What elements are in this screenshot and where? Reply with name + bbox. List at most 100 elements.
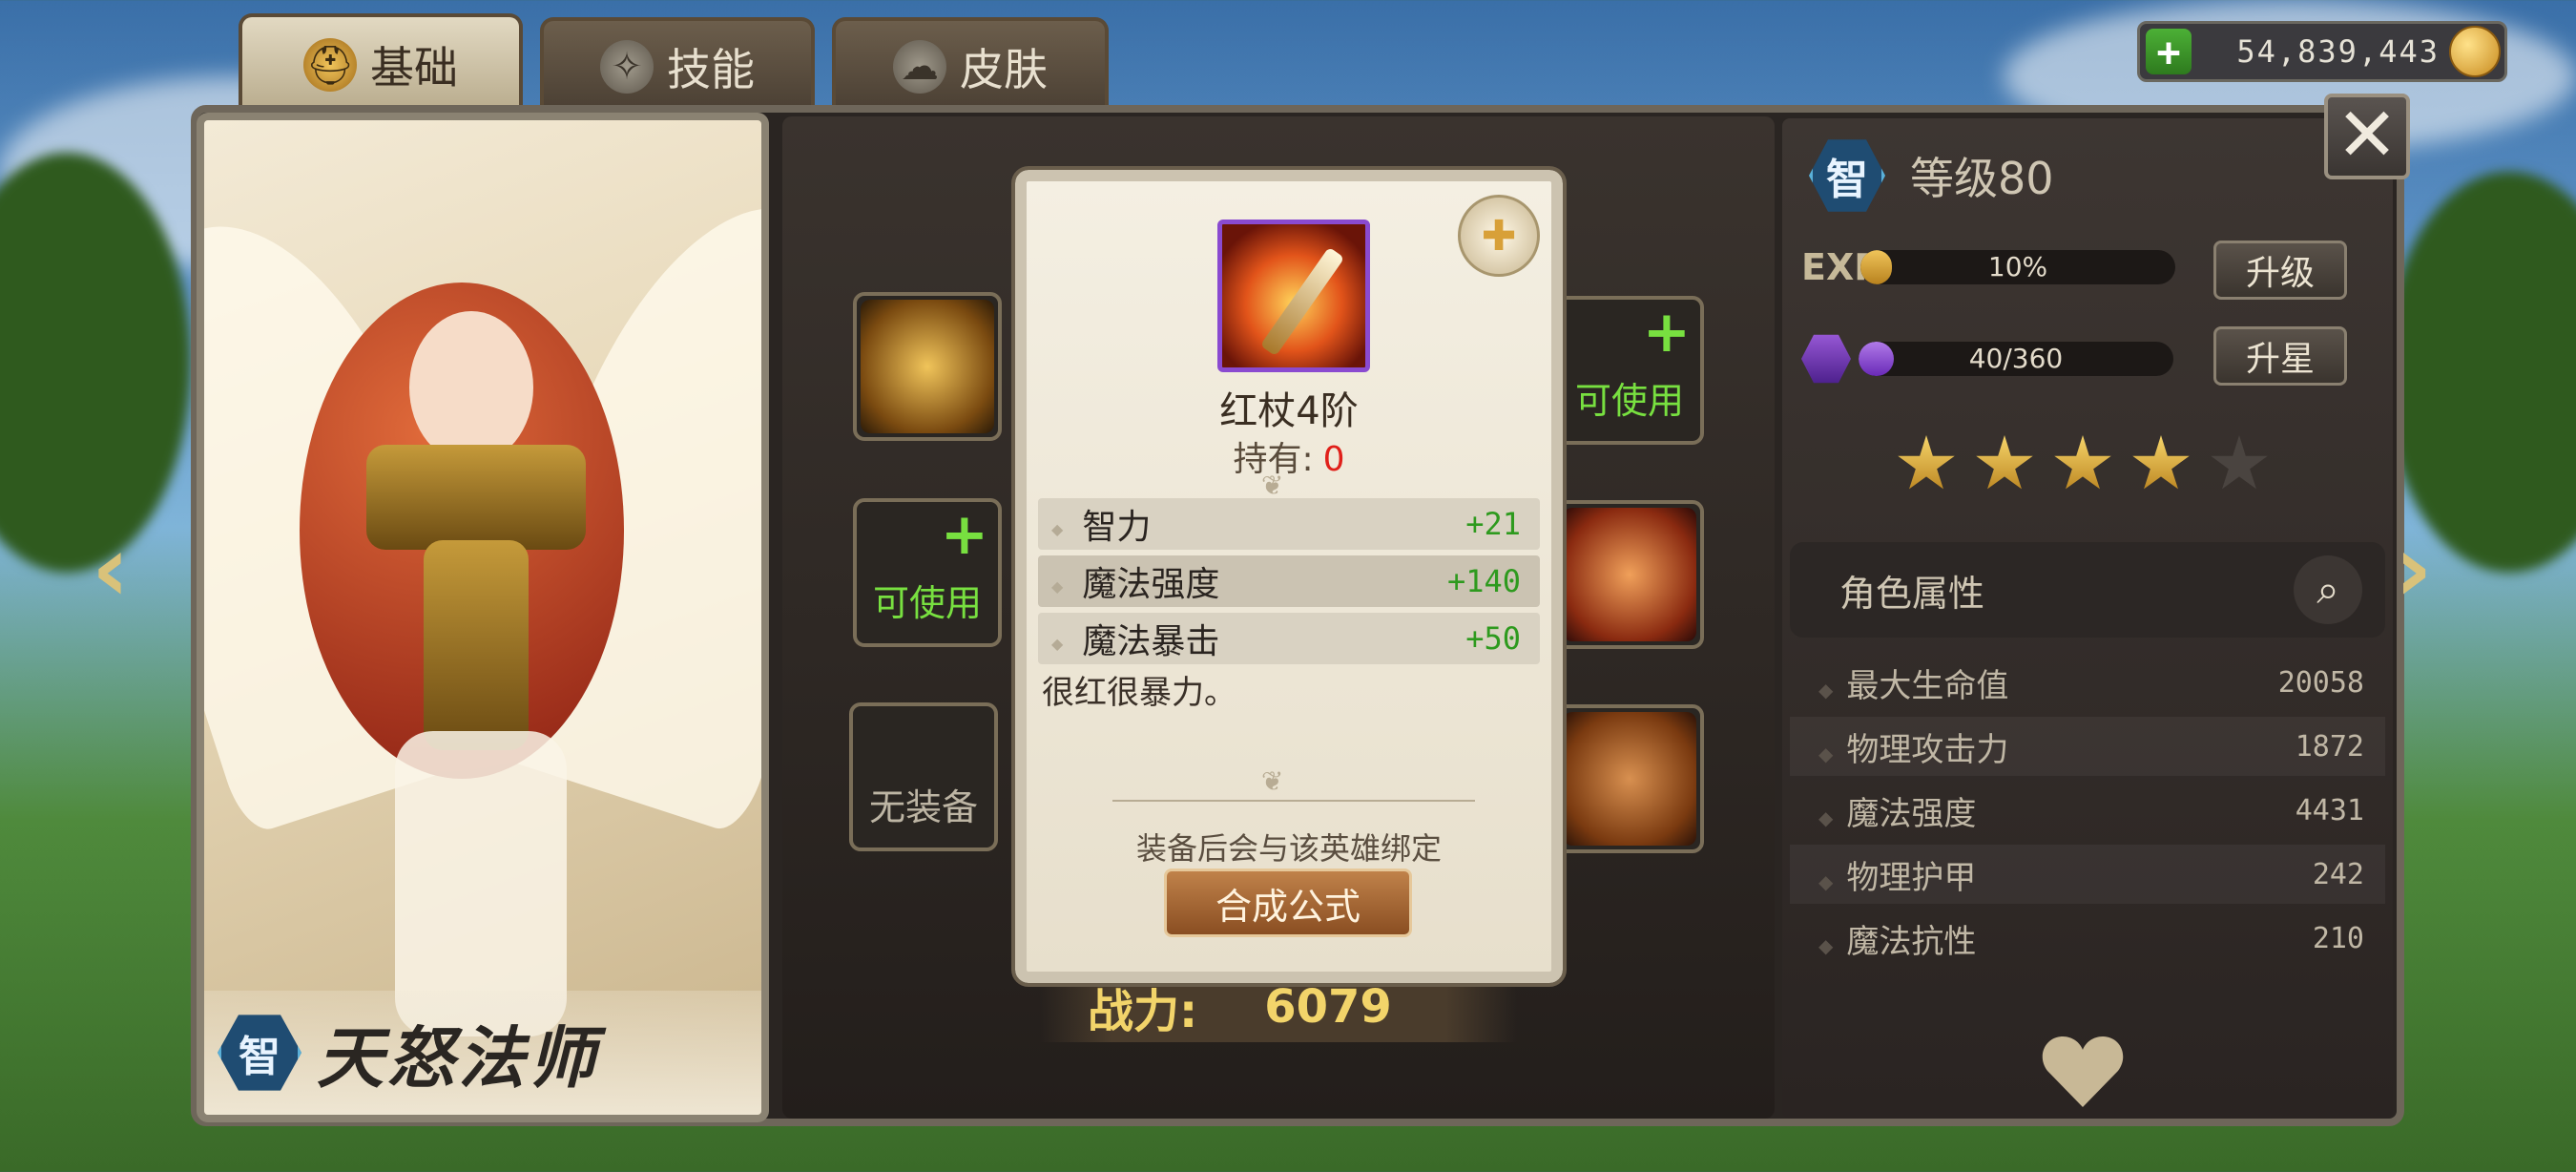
item-description: 很红很暴力。 — [1042, 674, 1236, 712]
attribute-name: 魔法强度 — [1818, 787, 1976, 834]
attribute-value: 1872 — [2295, 729, 2364, 764]
prev-hero-arrow-icon[interactable]: ‹ — [92, 515, 130, 622]
tab-basic-label: 基础 — [370, 42, 458, 94]
star-up-button[interactable]: 升星 — [2213, 326, 2347, 386]
level-text: 等级80 — [1910, 153, 2054, 204]
shard-bar: 40/360 — [1859, 342, 2173, 376]
attribute-value: 4431 — [2295, 793, 2364, 827]
hero-armor-shoulders — [366, 445, 586, 550]
attribute-name: 物理攻击力 — [1818, 723, 2008, 770]
item-name: 红杖4阶 — [1219, 389, 1359, 433]
item-stat-row: 魔法暴击 +50 — [1038, 613, 1540, 664]
soul-shard-icon — [1801, 334, 1851, 384]
shard-row: 40/360 — [1801, 332, 2173, 386]
bind-note: 装备后会与该英雄绑定 — [1135, 830, 1442, 867]
intelligence-class-badge: 智 — [218, 1015, 301, 1091]
hero-name: 天怒法师 — [317, 1018, 599, 1098]
divider — [1112, 800, 1475, 802]
attribute-row: 魔法强度 4431 — [1790, 781, 2385, 840]
boot-icon — [1563, 712, 1696, 846]
level-header: 智 等级80 — [1809, 136, 2054, 216]
exp-label: EXP — [1801, 246, 1881, 288]
red-staff-item-icon — [1217, 220, 1370, 372]
tab-skills-label: 技能 — [667, 44, 755, 95]
attribute-value: 20058 — [2277, 665, 2364, 700]
hero-stats-panel: 智 等级80 EXP 10% 升级 40/360 升星 角色属性 ⌕ 最大生命值… — [1782, 118, 2393, 1119]
attribute-name: 魔法抗性 — [1818, 915, 1976, 962]
slot-usable-label: 可使用 — [872, 582, 982, 624]
star-rating — [1897, 435, 2269, 494]
attribute-name: 最大生命值 — [1818, 659, 2008, 706]
background-tree — [2385, 172, 2576, 573]
helmet-icon: ⛑ — [303, 38, 357, 92]
tab-skills[interactable]: ✧ 技能 — [540, 17, 815, 113]
exp-row: EXP 10% — [1801, 246, 2175, 288]
attributes-title: 角色属性 — [1839, 572, 1985, 615]
hero-armor-corset — [424, 540, 529, 750]
item-stat-value: +50 — [1465, 620, 1521, 657]
owned-count: 持有: 0 — [1027, 431, 1551, 481]
shard-value: 40/360 — [1968, 343, 2064, 374]
attribute-row: 魔法抗性 210 — [1790, 909, 2385, 968]
plus-icon: + — [1642, 299, 1691, 366]
equip-slot-2[interactable]: + 可使用 — [853, 498, 1002, 647]
craft-recipe-button[interactable]: 合成公式 — [1164, 869, 1412, 937]
hero-name-bar: 智 天怒法师 — [204, 991, 761, 1115]
ornament-divider: ❦ — [1261, 765, 1284, 797]
star-icon — [2054, 435, 2111, 490]
attributes-header: 角色属性 ⌕ — [1790, 542, 2385, 638]
close-button[interactable]: ✕ — [2324, 94, 2410, 179]
slot-usable-label: 可使用 — [1574, 380, 1684, 422]
owned-value: 0 — [1322, 440, 1345, 479]
item-stat-value: +21 — [1465, 506, 1521, 542]
star-icon — [1898, 435, 1955, 490]
staff-shaft — [1259, 246, 1345, 357]
equip-slot-4[interactable]: + 可使用 — [1555, 296, 1704, 445]
exp-value: 10% — [1987, 251, 2048, 283]
search-icon[interactable]: ⌕ — [2294, 555, 2362, 624]
hero-portrait-card: 智 天怒法师 — [197, 113, 769, 1122]
item-stat-name: 魔法强度 — [1051, 556, 1219, 606]
attribute-value: 210 — [2312, 921, 2364, 955]
blade-icon — [1563, 508, 1696, 641]
tab-basic[interactable]: ⛑ 基础 — [239, 13, 523, 113]
star-icon — [2132, 435, 2190, 490]
combat-power-label: 战力: — [1088, 985, 1198, 1038]
tab-skins-label: 皮肤 — [960, 44, 1048, 95]
next-hero-arrow-icon[interactable]: › — [2395, 515, 2433, 622]
item-detail-popup: ✚ 红杖4阶 持有:0 ❦ 智力 +21 魔法强度 +140 魔法暴击 +50 … — [1011, 166, 1567, 987]
gold-amount: 54,839,443 — [2236, 33, 2440, 70]
puzzle-piece-icon[interactable]: ✚ — [1458, 195, 1540, 277]
tab-skins[interactable]: ☁ 皮肤 — [832, 17, 1109, 113]
attribute-row: 物理护甲 242 — [1790, 845, 2385, 904]
attribute-value: 242 — [2312, 857, 2364, 891]
hero-face — [409, 311, 533, 464]
exp-bar: 10% — [1860, 250, 2175, 284]
upgrade-button[interactable]: 升级 — [2213, 241, 2347, 300]
plus-icon: + — [940, 501, 988, 568]
slot-empty-label: 无装备 — [868, 786, 978, 828]
equip-slot-6[interactable] — [1555, 704, 1704, 853]
item-stat-row: 智力 +21 — [1038, 498, 1540, 550]
gold-coin-icon — [2449, 26, 2501, 77]
staff-icon — [861, 300, 994, 433]
combat-power-value: 6079 — [1264, 980, 1392, 1034]
attribute-row: 物理攻击力 1872 — [1790, 717, 2385, 776]
attribute-row: 最大生命值 20058 — [1790, 653, 2385, 712]
star-icon — [2211, 435, 2268, 490]
favorite-heart-icon[interactable] — [2042, 1035, 2124, 1107]
equip-slot-3[interactable]: 无装备 — [849, 702, 998, 851]
item-stat-value: +140 — [1446, 563, 1521, 599]
add-gold-button[interactable]: + — [2146, 29, 2192, 75]
intelligence-class-badge: 智 — [1809, 139, 1885, 212]
item-stat-row: 魔法强度 +140 — [1038, 555, 1540, 607]
attribute-name: 物理护甲 — [1818, 851, 1976, 898]
skin-icon: ☁ — [893, 40, 946, 94]
item-stat-name: 智力 — [1051, 499, 1151, 549]
star-icon — [1976, 435, 2033, 490]
ornament-divider: ❦ — [1261, 470, 1284, 501]
skill-icon: ✧ — [600, 40, 654, 94]
item-stat-name: 魔法暴击 — [1051, 614, 1219, 663]
equip-slot-1[interactable] — [853, 292, 1002, 441]
equip-slot-5[interactable] — [1555, 500, 1704, 649]
